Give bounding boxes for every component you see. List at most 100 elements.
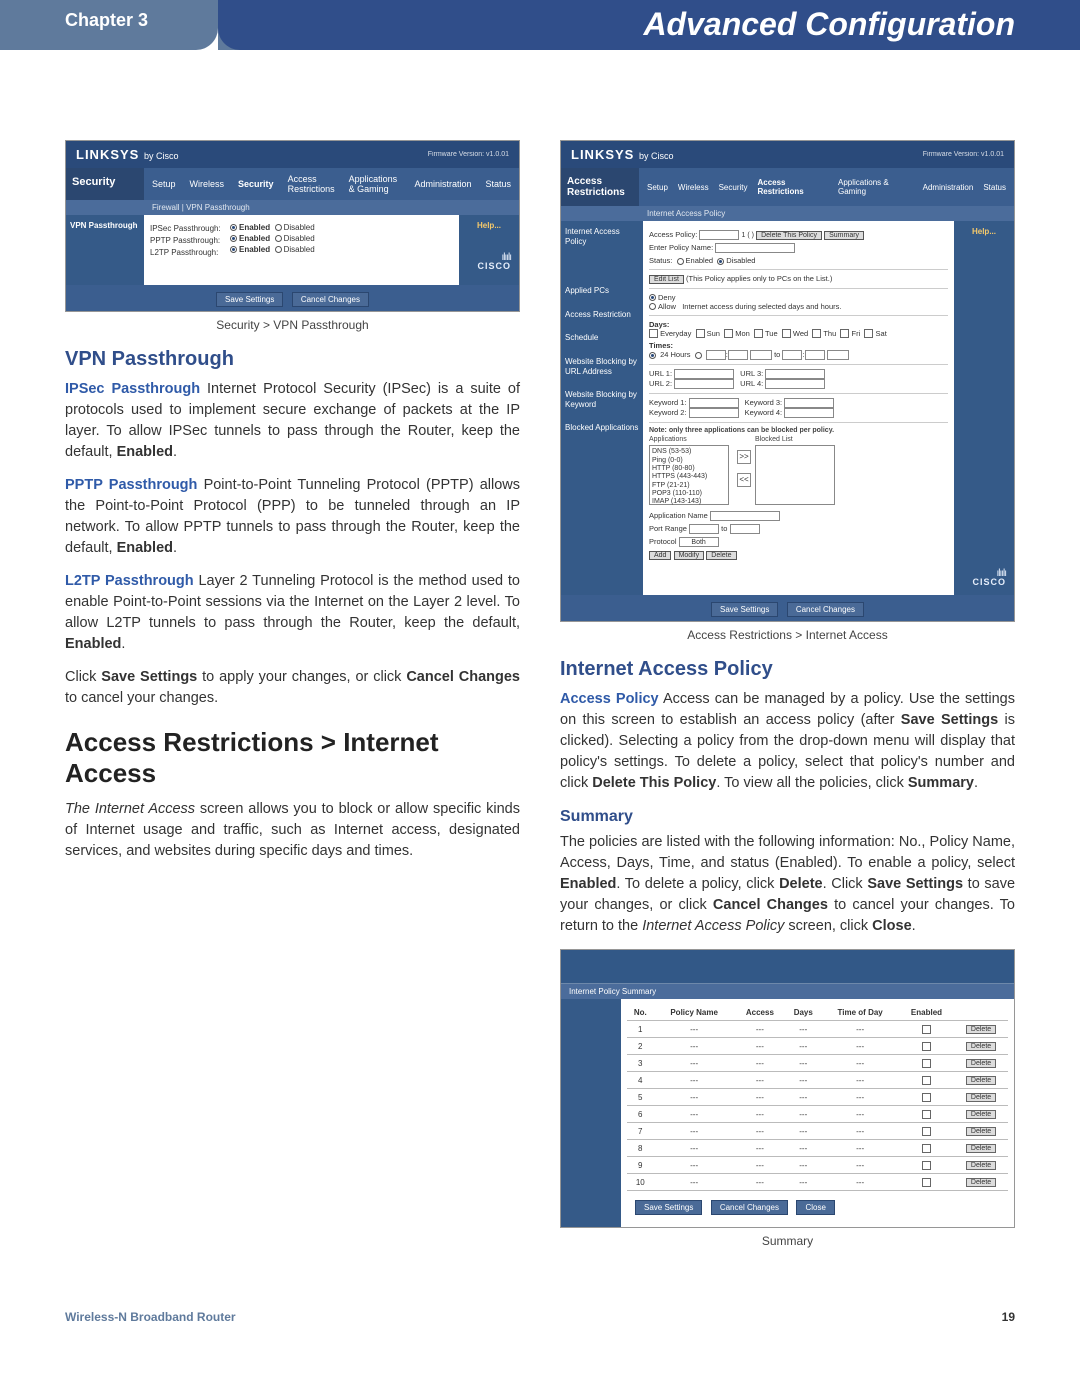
help-link[interactable]: Help...: [463, 221, 515, 230]
tab-admin[interactable]: Administration: [414, 179, 471, 189]
summary-close-button[interactable]: Close: [796, 1200, 834, 1215]
enabled-checkbox[interactable]: [922, 1093, 931, 1102]
tab-status-2[interactable]: Status: [983, 183, 1006, 192]
l2tp-disabled-radio[interactable]: [275, 246, 282, 253]
url2-input[interactable]: [674, 379, 734, 389]
enabled-checkbox[interactable]: [922, 1076, 931, 1085]
kw2-input[interactable]: [689, 408, 739, 418]
time-to-h[interactable]: [782, 350, 802, 360]
port-from-input[interactable]: [689, 524, 719, 534]
kw1-input[interactable]: [689, 398, 739, 408]
day-sun-chk[interactable]: [696, 329, 705, 338]
modify-button[interactable]: Modify: [674, 551, 705, 560]
cell-days: ---: [785, 1021, 821, 1038]
status-enabled-radio[interactable]: [677, 258, 684, 265]
summary-save-button[interactable]: Save Settings: [635, 1200, 702, 1215]
pptp-disabled-radio[interactable]: [275, 235, 282, 242]
row-delete-button[interactable]: Delete: [966, 1042, 996, 1051]
time-from-m[interactable]: [728, 350, 748, 360]
row-delete-button[interactable]: Delete: [966, 1059, 996, 1068]
move-left-button[interactable]: <<: [737, 473, 751, 487]
tab-wireless[interactable]: Wireless: [190, 179, 225, 189]
tab-security-2[interactable]: Security: [719, 183, 748, 192]
enabled-checkbox[interactable]: [922, 1110, 931, 1119]
url1-input[interactable]: [674, 369, 734, 379]
enabled-checkbox[interactable]: [922, 1178, 931, 1187]
save-settings-button[interactable]: Save Settings: [216, 292, 283, 307]
save-settings-button-2[interactable]: Save Settings: [711, 602, 778, 617]
enabled-checkbox[interactable]: [922, 1144, 931, 1153]
summary-button[interactable]: Summary: [824, 231, 864, 240]
ipsec-enabled-radio[interactable]: [230, 224, 237, 231]
tab-status[interactable]: Status: [485, 179, 511, 189]
row-delete-button[interactable]: Delete: [966, 1093, 996, 1102]
l2tp-enabled-radio[interactable]: [230, 246, 237, 253]
delete-policy-button[interactable]: Delete This Policy: [756, 231, 822, 240]
allow-radio[interactable]: [649, 303, 656, 310]
day-mon-chk[interactable]: [724, 329, 733, 338]
url3-input[interactable]: [765, 369, 825, 379]
cell-delete: Delete: [954, 1021, 1008, 1038]
time-from-ampm[interactable]: [750, 350, 772, 360]
add-button[interactable]: Add: [649, 551, 671, 560]
tab-setup[interactable]: Setup: [152, 179, 176, 189]
tab-admin-2[interactable]: Administration: [923, 183, 974, 192]
edit-list-button[interactable]: Edit List: [649, 275, 684, 284]
tab-apps-gaming[interactable]: Applications & Gaming: [349, 174, 401, 194]
row-delete-button[interactable]: Delete: [966, 1178, 996, 1187]
nav-side-title-2: Access Restrictions: [561, 168, 639, 206]
row-delete-button[interactable]: Delete: [966, 1076, 996, 1085]
kw4-input[interactable]: [784, 408, 834, 418]
tab-setup-2[interactable]: Setup: [647, 183, 668, 192]
policy-name-input[interactable]: [715, 243, 795, 253]
apps-listbox[interactable]: DNS (53-53) Ping (0-0) HTTP (80-80) HTTP…: [649, 445, 729, 505]
time-range-radio[interactable]: [695, 352, 702, 359]
protocol-select[interactable]: Both: [679, 537, 719, 547]
kw3-input[interactable]: [784, 398, 834, 408]
day-thu-chk[interactable]: [812, 329, 821, 338]
row-delete-button[interactable]: Delete: [966, 1161, 996, 1170]
product-name: Wireless-N Broadband Router: [65, 1310, 236, 1324]
policy-select[interactable]: [699, 230, 739, 240]
enabled-checkbox[interactable]: [922, 1161, 931, 1170]
time-from-h[interactable]: [706, 350, 726, 360]
tab-access-restrictions-2[interactable]: Access Restrictions: [757, 178, 828, 196]
row-delete-button[interactable]: Delete: [966, 1127, 996, 1136]
day-fri-chk[interactable]: [840, 329, 849, 338]
chapter-label: Chapter 3: [0, 0, 218, 50]
enabled-checkbox[interactable]: [922, 1042, 931, 1051]
tab-wireless-2[interactable]: Wireless: [678, 183, 709, 192]
appname-input[interactable]: [710, 511, 780, 521]
delete-button[interactable]: Delete: [706, 551, 736, 560]
pptp-enabled-radio[interactable]: [230, 235, 237, 242]
enabled-checkbox[interactable]: [922, 1059, 931, 1068]
port-to-input[interactable]: [730, 524, 760, 534]
day-sat-chk[interactable]: [864, 329, 873, 338]
day-wed-chk[interactable]: [782, 329, 791, 338]
row-delete-button[interactable]: Delete: [966, 1025, 996, 1034]
save-b: Save Settings: [101, 669, 197, 685]
time-to-m[interactable]: [805, 350, 825, 360]
status-disabled-radio[interactable]: [717, 258, 724, 265]
tab-access-restrictions[interactable]: Access Restrictions: [288, 174, 335, 194]
cancel-changes-button[interactable]: Cancel Changes: [292, 292, 369, 307]
help-link-2[interactable]: Help...: [958, 227, 1010, 236]
day-tue-chk[interactable]: [754, 329, 763, 338]
deny-radio[interactable]: [649, 294, 656, 301]
row-delete-button[interactable]: Delete: [966, 1110, 996, 1119]
url4-input[interactable]: [765, 379, 825, 389]
move-right-button[interactable]: >>: [737, 450, 751, 464]
row-delete-button[interactable]: Delete: [966, 1144, 996, 1153]
tab-apps-gaming-2[interactable]: Applications & Gaming: [838, 178, 913, 196]
summary-cancel-button[interactable]: Cancel Changes: [711, 1200, 788, 1215]
time-24-radio[interactable]: [649, 352, 656, 359]
time-to-ampm[interactable]: [827, 350, 849, 360]
blocked-listbox[interactable]: [755, 445, 835, 505]
tab-security[interactable]: Security: [238, 179, 274, 189]
cell-access: ---: [735, 1089, 785, 1106]
enabled-checkbox[interactable]: [922, 1025, 931, 1034]
cancel-changes-button-2[interactable]: Cancel Changes: [787, 602, 864, 617]
enabled-checkbox[interactable]: [922, 1127, 931, 1136]
ipsec-disabled-radio[interactable]: [275, 224, 282, 231]
day-every-chk[interactable]: [649, 329, 658, 338]
